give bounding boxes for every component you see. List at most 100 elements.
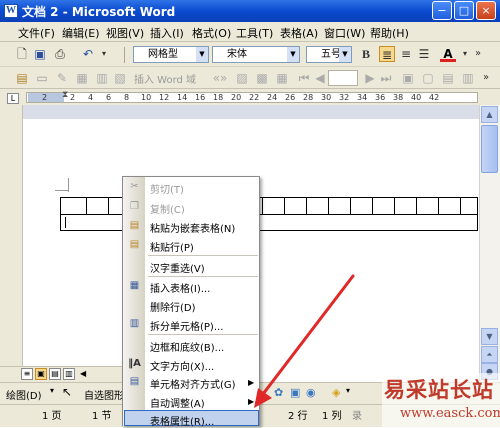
watermark-text: 易采站长站 xyxy=(384,377,494,402)
main-document-icon[interactable]: ▤ xyxy=(14,70,30,86)
select-objects-icon[interactable]: ↖ xyxy=(62,385,72,399)
ruler-number: 30 xyxy=(321,93,332,102)
menu-cut[interactable]: 剪切(T) xyxy=(150,181,184,196)
merge-to-document-icon[interactable]: ▤ xyxy=(440,70,456,86)
draw-menu-button[interactable]: 绘图(D) xyxy=(6,387,42,402)
menu-view[interactable]: 视图(V) xyxy=(106,25,144,41)
toolbar-options-icon[interactable]: » xyxy=(478,70,494,86)
first-record-icon[interactable]: ⏮ xyxy=(296,70,312,86)
menu-table[interactable]: 表格(A) xyxy=(280,25,318,41)
ruler-number: 24 xyxy=(267,93,278,102)
undo-icon[interactable]: ↶ xyxy=(80,46,96,62)
close-button[interactable]: × xyxy=(476,1,496,20)
chevron-down-icon[interactable]: ▼ xyxy=(196,47,208,62)
ruler-number: 42 xyxy=(429,93,440,102)
save-icon[interactable]: ▣ xyxy=(32,46,48,62)
table-column-border xyxy=(328,197,329,215)
text-cursor xyxy=(65,217,66,228)
previous-record-icon[interactable]: ◀ xyxy=(312,70,328,86)
ruler-number: 20 xyxy=(231,93,242,102)
style-combo[interactable]: 网格型 ▼ xyxy=(133,46,209,63)
address-block-icon[interactable]: ▦ xyxy=(74,70,90,86)
next-record-icon[interactable]: ▶ xyxy=(362,70,378,86)
print-layout-icon[interactable]: ▣ xyxy=(35,368,47,380)
check-errors-icon[interactable]: ▢ xyxy=(420,70,436,86)
menu-text-direction[interactable]: 文字方向(X)... xyxy=(150,358,214,373)
propagate-labels-icon[interactable]: ▦ xyxy=(274,70,290,86)
scroll-left-icon[interactable]: ◀ xyxy=(80,369,86,378)
view-merged-data-icon[interactable]: «» xyxy=(212,70,228,86)
toolbar-separator xyxy=(124,47,125,63)
ruler-number: 16 xyxy=(195,93,206,102)
insert-word-field-button[interactable]: 插入 Word 域 xyxy=(134,71,196,86)
word-app-icon[interactable]: W xyxy=(4,4,18,18)
merge-to-printer-icon[interactable]: ▥ xyxy=(460,70,476,86)
scissors-icon: ✂ xyxy=(130,181,139,192)
merge-fields-icon[interactable]: ▧ xyxy=(112,70,128,86)
align-center-icon[interactable]: ≡ xyxy=(398,46,414,62)
open-source-icon[interactable]: ▭ xyxy=(34,70,50,86)
menu-tools[interactable]: 工具(T) xyxy=(236,25,273,41)
tab-selector-icon[interactable]: L xyxy=(7,93,19,104)
menu-paste-nested-table[interactable]: 粘贴为嵌套表格(N) xyxy=(150,220,235,235)
menu-insert-table[interactable]: 插入表格(I)... xyxy=(150,280,210,295)
status-section: 1 节 xyxy=(92,411,112,422)
chevron-down-icon[interactable]: ▼ xyxy=(287,47,299,62)
align-right-icon[interactable]: ☰ xyxy=(416,46,432,62)
paste-icon: ▤ xyxy=(129,239,140,250)
menu-autofit[interactable]: 自动调整(A) xyxy=(150,395,205,410)
reading-layout-icon[interactable]: ▥ xyxy=(63,368,75,380)
undo-dropdown-icon[interactable]: ▾ xyxy=(96,46,112,62)
menu-table-properties[interactable]: 表格属性(R)... xyxy=(150,413,214,428)
font-size-combo[interactable]: 五号 ▼ xyxy=(306,46,352,63)
match-fields-icon[interactable]: ▩ xyxy=(254,70,270,86)
ruler-number: 12 xyxy=(159,93,170,102)
menu-cell-alignment[interactable]: 单元格对齐方式(G) xyxy=(150,376,236,391)
chevron-down-icon[interactable]: ▾ xyxy=(50,386,54,395)
previous-page-icon[interactable]: ⏶ xyxy=(481,346,498,363)
chevron-down-icon[interactable]: ▼ xyxy=(339,47,351,62)
normal-view-icon[interactable]: ≡ xyxy=(21,368,33,380)
align-justify-icon[interactable]: ≣ xyxy=(379,46,395,62)
menu-copy[interactable]: 复制(C) xyxy=(150,201,185,216)
minimize-button[interactable]: − xyxy=(432,1,452,20)
recipients-icon[interactable]: ✎ xyxy=(54,70,70,86)
arrow-head-icon xyxy=(254,388,272,408)
menu-edit[interactable]: 编辑(E) xyxy=(62,25,100,41)
web-layout-icon[interactable]: ▤ xyxy=(49,368,61,380)
scrollbar-thumb[interactable] xyxy=(481,125,498,173)
menu-borders-shading[interactable]: 边框和底纹(B)... xyxy=(150,339,224,354)
ruler-number: 2 xyxy=(42,93,48,102)
table-column-border xyxy=(306,197,307,215)
toolbar-options-icon[interactable]: » xyxy=(470,46,486,62)
find-entry-icon[interactable]: ▣ xyxy=(400,70,416,86)
scroll-up-icon[interactable]: ▲ xyxy=(481,106,498,123)
menu-delete-rows[interactable]: 删除行(D) xyxy=(150,299,196,314)
ruler-number: 40 xyxy=(411,93,422,102)
vertical-ruler[interactable] xyxy=(0,105,23,382)
print-icon[interactable]: ⎙ xyxy=(52,46,68,62)
autoshapes-button[interactable]: 自选图形 xyxy=(84,387,124,402)
scroll-down-icon[interactable]: ▼ xyxy=(481,328,498,345)
greeting-line-icon[interactable]: ▥ xyxy=(94,70,110,86)
bold-button[interactable]: B xyxy=(358,46,374,62)
menu-format[interactable]: 格式(O) xyxy=(192,25,231,41)
table-column-border xyxy=(394,197,395,215)
menu-paste-rows[interactable]: 粘贴行(P) xyxy=(150,239,194,254)
new-document-icon[interactable]: 🗋 xyxy=(14,46,30,62)
menu-file[interactable]: 文件(F) xyxy=(18,25,55,41)
text-direction-icon: ‖A xyxy=(128,358,141,369)
font-combo[interactable]: 宋体 ▼ xyxy=(212,46,300,63)
indent-marker-icon[interactable]: ⧗ xyxy=(62,90,68,100)
maximize-button[interactable]: □ xyxy=(454,1,474,20)
menu-split-cells[interactable]: 拆分单元格(P)... xyxy=(150,318,223,333)
font-color-button[interactable]: A xyxy=(440,46,456,62)
menu-hanzi-reconvert[interactable]: 汉字重选(V) xyxy=(150,260,205,275)
menu-window[interactable]: 窗口(W) xyxy=(324,25,365,41)
highlight-fields-icon[interactable]: ▨ xyxy=(234,70,250,86)
last-record-icon[interactable]: ⏭ xyxy=(378,70,394,86)
menu-help[interactable]: 帮助(H) xyxy=(370,25,409,41)
menu-insert[interactable]: 插入(I) xyxy=(150,25,184,41)
table-column-border xyxy=(460,197,461,215)
record-number-input[interactable] xyxy=(328,70,358,86)
